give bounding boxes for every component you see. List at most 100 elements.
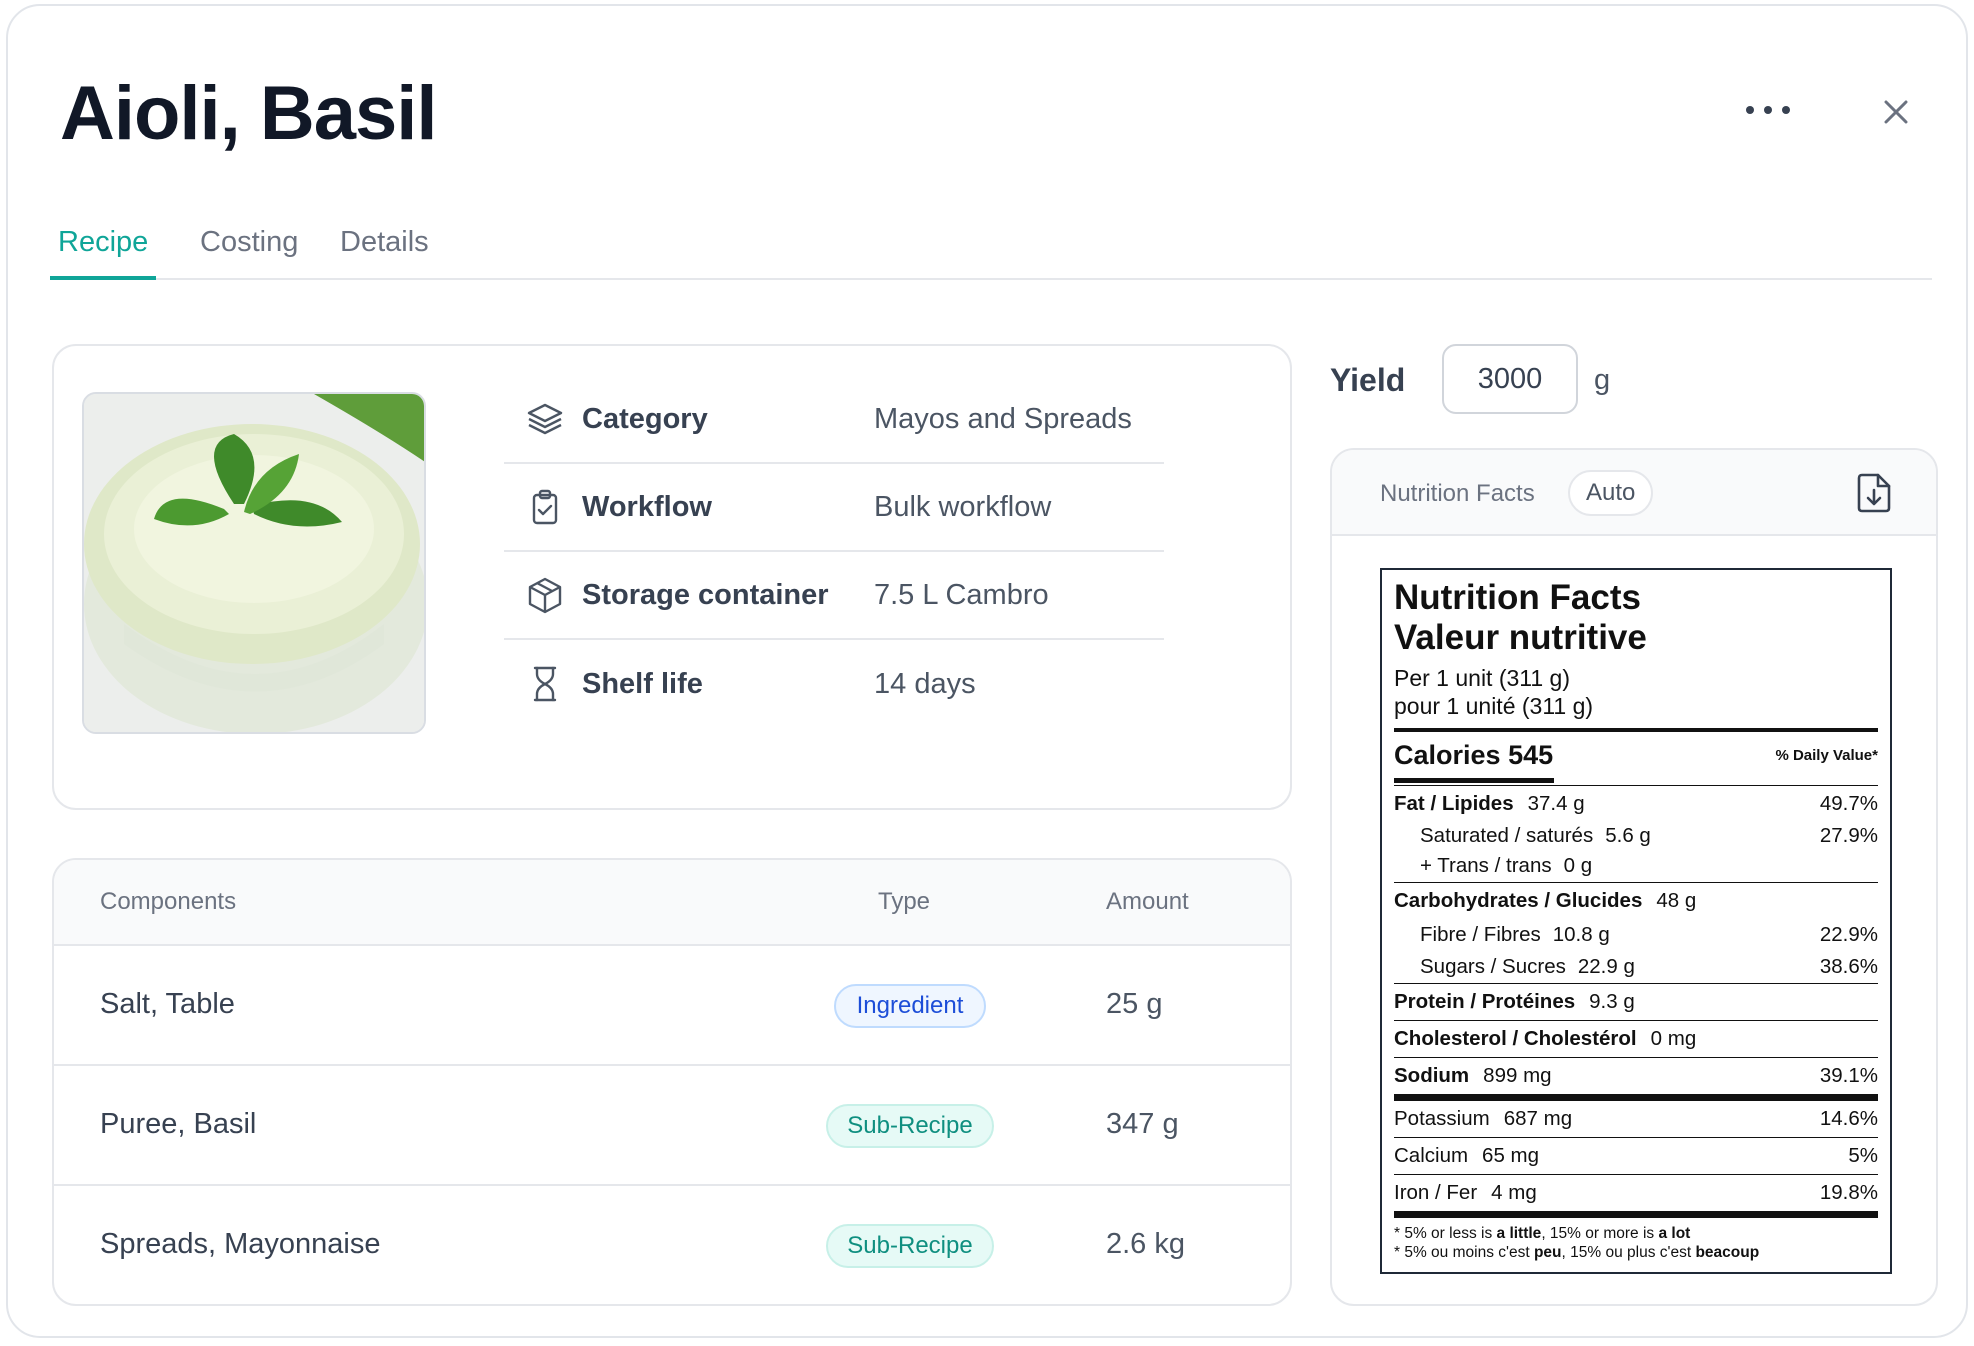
- type-badge: Ingredient: [834, 984, 986, 1028]
- components-table: Components Type Amount Salt, Table Ingre…: [52, 858, 1292, 1306]
- column-header-amount: Amount: [1106, 888, 1189, 915]
- divider: [1394, 778, 1554, 783]
- nutrient-label: Cholesterol / Cholestérol: [1394, 1027, 1637, 1050]
- component-name: Spreads, Mayonnaise: [100, 1228, 381, 1260]
- column-header-components: Components: [100, 888, 237, 915]
- info-value: Bulk workflow: [874, 490, 1052, 523]
- nutrient-row-sodium: Sodium 899 mg 39.1%: [1394, 1058, 1878, 1094]
- nutrient-row-protein: Protein / Protéines 9.3 g: [1394, 984, 1878, 1020]
- nutrient-pct: 22.9%: [1819, 923, 1878, 946]
- yield-unit: g: [1594, 364, 1611, 396]
- component-amount: 347 g: [1106, 1108, 1179, 1140]
- info-label: Shelf life: [582, 667, 703, 700]
- component-amount: 25 g: [1106, 988, 1163, 1020]
- serving-size-fr: pour 1 unité (311 g): [1394, 693, 1594, 719]
- nutrient-pct: 49.7%: [1819, 792, 1878, 815]
- nutrient-pct: 14.6%: [1819, 1107, 1878, 1130]
- nutrient-label: Sugars / Sucres: [1420, 955, 1566, 978]
- tab-bar: Recipe Costing Details: [50, 224, 1932, 280]
- info-label: Category: [582, 402, 708, 435]
- page-title: Aioli, Basil: [60, 71, 438, 156]
- footnote-en: * 5% or less is a little, 15% or more is…: [1394, 1225, 1691, 1242]
- more-options-icon[interactable]: [1740, 94, 1796, 126]
- nutrient-pct: 19.8%: [1819, 1181, 1878, 1204]
- table-row[interactable]: Puree, Basil Sub-Recipe 347 g: [54, 1066, 1290, 1186]
- nutrient-row-trans: + Trans / trans 0 g: [1394, 850, 1878, 882]
- info-row-storage: Storage container 7.5 L Cambro: [504, 552, 1164, 640]
- type-badge: Sub-Recipe: [826, 1224, 994, 1268]
- close-icon[interactable]: [1876, 92, 1916, 132]
- download-icon[interactable]: [1852, 470, 1896, 516]
- component-amount: 2.6 kg: [1106, 1228, 1185, 1260]
- tab-details[interactable]: Details: [340, 226, 429, 280]
- nutrient-qty: 10.8 g: [1552, 923, 1610, 946]
- component-name: Salt, Table: [100, 988, 235, 1020]
- nutrient-label: Potassium: [1394, 1107, 1490, 1130]
- nutrient-qty: 9.3 g: [1589, 990, 1635, 1013]
- nutrient-qty: 899 mg: [1483, 1064, 1552, 1087]
- nutrient-row-carbs: Carbohydrates / Glucides 48 g: [1394, 883, 1878, 919]
- info-row-category: Category Mayos and Spreads: [504, 376, 1164, 464]
- calories-row: Calories 545 % Daily Value*: [1394, 732, 1878, 778]
- info-value: Mayos and Spreads: [874, 402, 1132, 435]
- nutrient-label: + Trans / trans: [1420, 854, 1552, 877]
- yield-input[interactable]: [1442, 344, 1578, 414]
- component-name: Puree, Basil: [100, 1108, 257, 1140]
- table-row[interactable]: Salt, Table Ingredient 25 g: [54, 946, 1290, 1066]
- auto-mode-pill[interactable]: Auto: [1568, 470, 1654, 516]
- nutrition-facts-label: Nutrition Facts Valeur nutritive Per 1 u…: [1380, 568, 1892, 1274]
- yield-label: Yield: [1330, 362, 1406, 398]
- nutrient-row-fat: Fat / Lipides 37.4 g 49.7%: [1394, 786, 1878, 822]
- nutrient-row-sugars: Sugars / Sucres 22.9 g 38.6%: [1394, 951, 1878, 983]
- calories-value: 545: [1508, 739, 1554, 770]
- fat-block: Fat / Lipides 37.4 g 49.7% Saturated / sa…: [1394, 786, 1878, 882]
- recipe-photo: [82, 392, 426, 734]
- nutrient-qty: 37.4 g: [1527, 792, 1585, 815]
- info-row-shelf-life: Shelf life 14 days: [504, 640, 1164, 728]
- table-row[interactable]: Spreads, Mayonnaise Sub-Recipe 2.6 kg: [54, 1186, 1290, 1304]
- label-title-en: Nutrition Facts: [1394, 578, 1641, 617]
- nutrient-row-cholesterol: Cholesterol / Cholestérol 0 mg: [1394, 1021, 1878, 1057]
- info-value: 7.5 L Cambro: [874, 578, 1049, 611]
- nutrient-row-fibre: Fibre / Fibres 10.8 g 22.9%: [1394, 919, 1878, 951]
- nutrient-label: Fibre / Fibres: [1420, 923, 1541, 946]
- nutrition-panel-header: Nutrition Facts Auto: [1332, 450, 1936, 536]
- nutrient-row-calcium: Calcium 65 mg 5%: [1394, 1138, 1878, 1174]
- nutrient-label: Sodium: [1394, 1064, 1470, 1087]
- info-label: Workflow: [582, 490, 712, 523]
- layers-icon: [524, 398, 566, 440]
- divider: [1394, 1094, 1878, 1101]
- serving-size-en: Per 1 unit (311 g): [1394, 665, 1571, 691]
- nutrient-qty: 48 g: [1656, 889, 1697, 912]
- column-header-type: Type: [878, 888, 931, 915]
- nutrient-qty: 22.9 g: [1577, 955, 1635, 978]
- nutrient-qty: 687 mg: [1503, 1107, 1573, 1130]
- nutrient-pct: 38.6%: [1819, 955, 1878, 978]
- clipboard-check-icon: [524, 486, 566, 528]
- label-title-fr: Valeur nutritive: [1394, 618, 1647, 657]
- nutrient-row-saturated: Saturated / saturés 5.6 g: [1394, 822, 1878, 850]
- table-header: Components Type Amount: [54, 860, 1290, 946]
- nutrient-qty: 5.6 g: [1605, 824, 1651, 847]
- nutrient-row-iron: Iron / Fer 4 mg 19.8%: [1394, 1175, 1878, 1211]
- info-label: Storage container: [582, 578, 829, 611]
- calories-label: Calories: [1394, 739, 1501, 770]
- nutrition-panel: Nutrition Facts Auto Nutrition Facts Val…: [1330, 448, 1938, 1306]
- nutrient-qty: 0 mg: [1650, 1027, 1697, 1050]
- tab-recipe[interactable]: Recipe: [50, 226, 157, 280]
- info-row-workflow: Workflow Bulk workflow: [504, 464, 1164, 552]
- footnote: * 5% or less is a little, 15% or more is…: [1394, 1224, 1878, 1262]
- nutrition-panel-title: Nutrition Facts: [1380, 480, 1535, 507]
- tab-costing[interactable]: Costing: [200, 226, 298, 280]
- recipe-modal: Aioli, Basil Recipe Costing Details Cate…: [6, 4, 1968, 1338]
- nutrient-row-potassium: Potassium 687 mg 14.6%: [1394, 1101, 1878, 1137]
- nutrient-qty: 4 mg: [1491, 1181, 1537, 1204]
- nutrient-label: Saturated / saturés: [1420, 824, 1594, 847]
- recipe-info-card: Category Mayos and Spreads Workflow Bulk…: [52, 344, 1292, 810]
- nutrient-label: Protein / Protéines: [1394, 990, 1576, 1013]
- nutrient-label: Fat / Lipides: [1394, 792, 1514, 815]
- nutrient-pct: 5%: [1848, 1144, 1878, 1167]
- nutrient-pct: 39.1%: [1819, 1064, 1878, 1087]
- divider: [1394, 1211, 1878, 1218]
- footnote-fr: * 5% ou moins c'est peu, 15% ou plus c'e…: [1394, 1244, 1760, 1261]
